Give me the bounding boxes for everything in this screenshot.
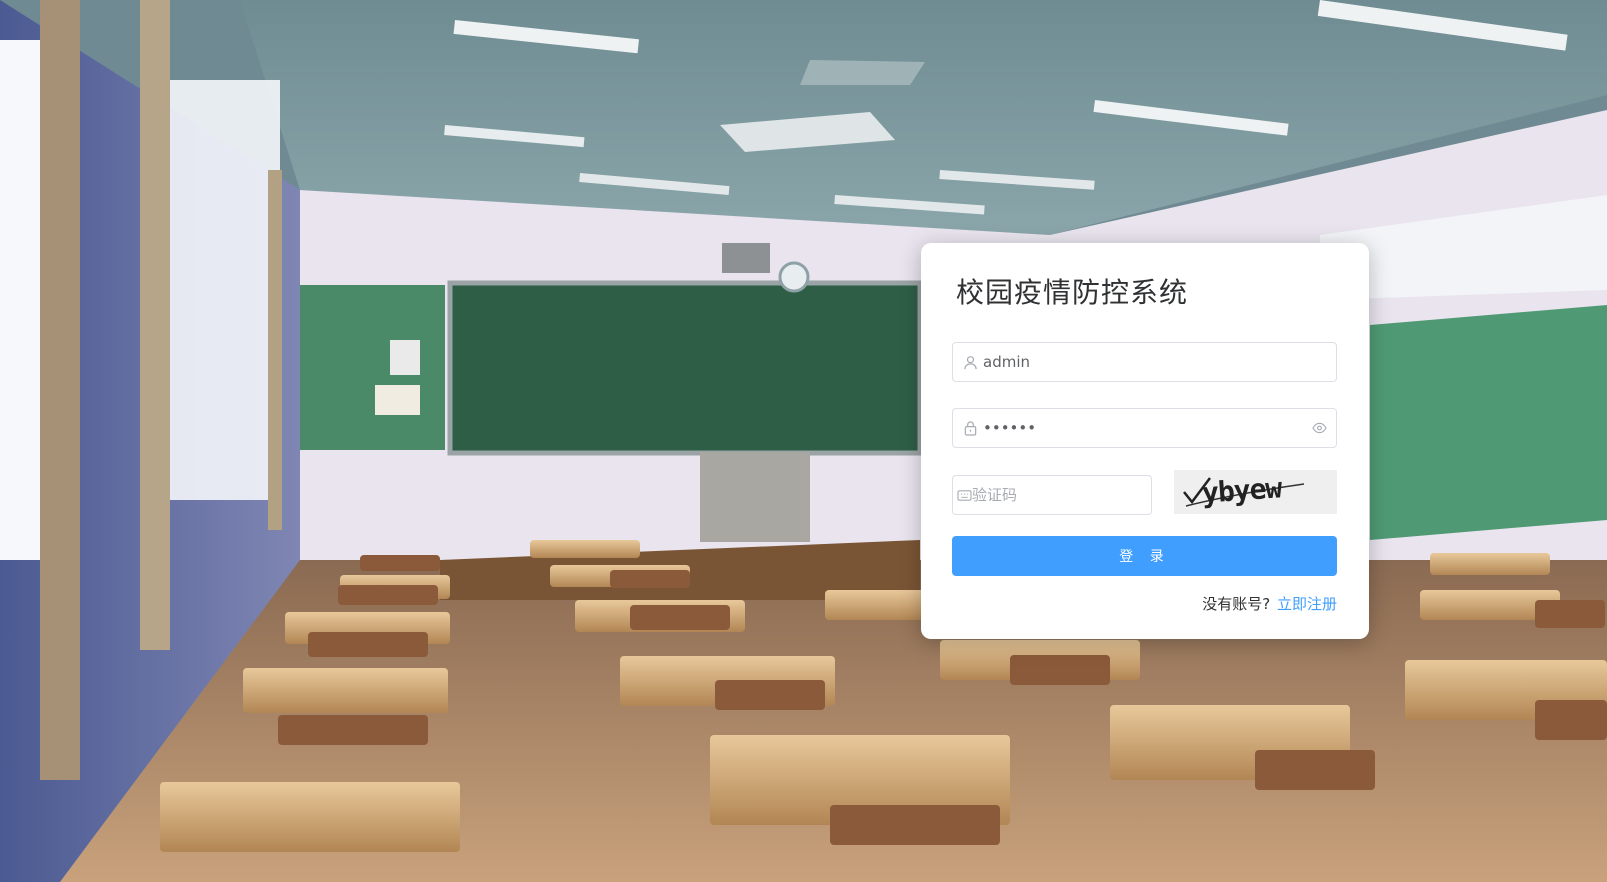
captcha-field[interactable] xyxy=(952,475,1166,515)
no-account-text: 没有账号? xyxy=(1202,595,1271,613)
captcha-text: ybyew xyxy=(1200,471,1283,510)
captcha-input[interactable] xyxy=(972,477,1166,513)
register-row: 没有账号? 立即注册 xyxy=(1202,593,1337,614)
login-card: 校园疫情防控系统 ybyew 登 录 没有账号? 立即注册 xyxy=(921,243,1369,639)
eye-icon[interactable] xyxy=(1302,409,1336,447)
captcha-image[interactable]: ybyew xyxy=(1174,470,1337,514)
username-field[interactable] xyxy=(952,342,1337,382)
username-input[interactable] xyxy=(983,344,1336,380)
lock-icon xyxy=(953,409,983,447)
login-title: 校园疫情防控系统 xyxy=(956,276,1189,309)
register-link[interactable]: 立即注册 xyxy=(1277,595,1337,613)
password-field[interactable] xyxy=(952,408,1337,448)
keyboard-icon xyxy=(953,476,972,514)
password-input[interactable] xyxy=(983,410,1302,446)
user-icon xyxy=(953,343,983,381)
login-button[interactable]: 登 录 xyxy=(952,536,1337,576)
